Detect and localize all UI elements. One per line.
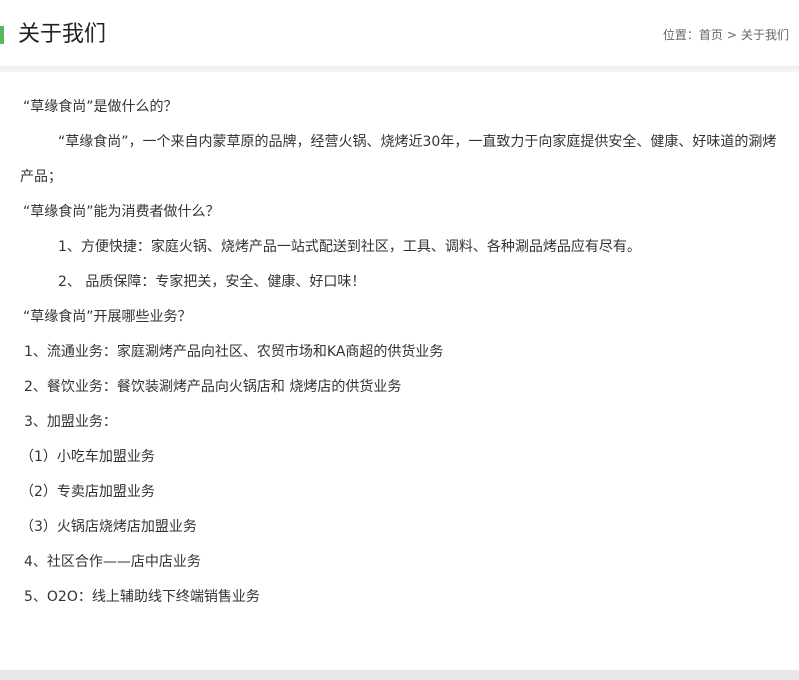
business-community: 4、社区合作——店中店业务: [24, 554, 201, 570]
breadcrumb-current-link[interactable]: 关于我们: [741, 28, 789, 42]
breadcrumb-label: 位置：: [662, 28, 699, 42]
benefit-convenience: 1、方便快捷：家庭火锅、烧烤产品一站式配送到社区，工具、调料、各种涮品烤品应有尽…: [58, 239, 641, 255]
answer-what: “草缘食尚”，一个来自内蒙草原的品牌，经营火锅、烧烤近30年，一直致力于向家庭提…: [20, 125, 784, 195]
franchise-hotpot-bbq: （3）火锅店烧烤店加盟业务: [20, 519, 197, 535]
breadcrumb-home-link[interactable]: 首页: [699, 28, 723, 42]
franchise-specialty-store: （2）专卖店加盟业务: [20, 484, 155, 500]
franchise-snack-cart: （1）小吃车加盟业务: [20, 449, 155, 465]
about-content: “草缘食尚”是做什么的？ “草缘食尚”，一个来自内蒙草原的品牌，经营火锅、烧烤近…: [20, 90, 784, 615]
page-title: 关于我们: [18, 22, 107, 47]
about-page: 关于我们 位置：首页 > 关于我们 “草缘食尚”是做什么的？ “草缘食尚”，一个来自…: [0, 0, 799, 680]
page-header: 关于我们 位置：首页 > 关于我们: [0, 0, 799, 66]
answer-what-text: “草缘食尚”，一个来自内蒙草原的品牌，经营火锅、烧烤近30年，一直致力于向家庭提…: [20, 134, 777, 185]
footer-band: [0, 670, 799, 680]
business-catering: 2、餐饮业务：餐饮装涮烤产品向火锅店和 烧烤店的供货业务: [24, 379, 402, 395]
breadcrumb: 位置：首页 > 关于我们: [663, 26, 789, 44]
question-business: “草缘食尚”开展哪些业务？: [23, 309, 192, 325]
question-consumers: “草缘食尚”能为消费者做什么？: [23, 204, 220, 220]
business-o2o: 5、O2O：线上辅助线下终端销售业务: [24, 589, 260, 605]
business-distribution: 1、流通业务：家庭涮烤产品向社区、农贸市场和KA商超的供货业务: [24, 344, 444, 360]
question-what: “草缘食尚”是做什么的？: [23, 99, 178, 115]
benefit-quality: 2、 品质保障：专家把关，安全、健康、好口味！: [58, 274, 366, 290]
title-accent-bar: [0, 26, 4, 44]
business-franchise: 3、加盟业务：: [24, 414, 117, 430]
header-divider: [0, 66, 799, 72]
breadcrumb-separator: >: [726, 28, 737, 42]
